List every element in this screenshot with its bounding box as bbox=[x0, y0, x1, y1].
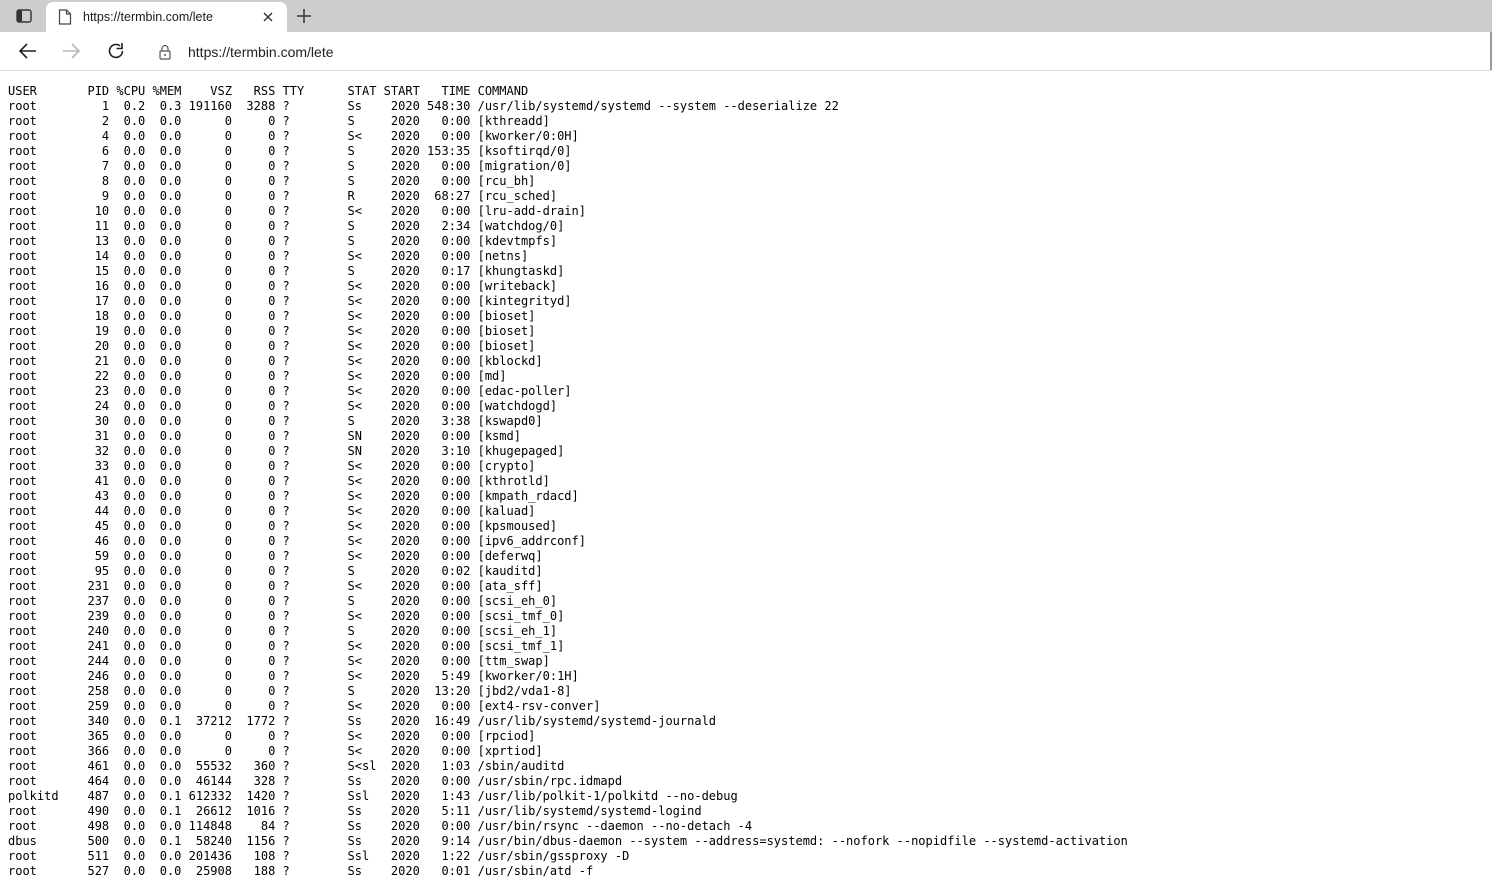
process-row: root 366 0.0 0.0 0 0 ? S< 2020 0:00 [xpr… bbox=[8, 744, 543, 758]
process-row: root 14 0.0 0.0 0 0 ? S< 2020 0:00 [netn… bbox=[8, 249, 529, 263]
process-row: root 46 0.0 0.0 0 0 ? S< 2020 0:00 [ipv6… bbox=[8, 534, 586, 548]
process-row: dbus 500 0.0 0.1 58240 1156 ? Ss 2020 9:… bbox=[8, 834, 1128, 848]
page-content: USER PID %CPU %MEM VSZ RSS TTY STAT STAR… bbox=[0, 71, 1492, 879]
page-icon bbox=[58, 9, 72, 25]
tab-title: https://termbin.com/lete bbox=[83, 10, 213, 24]
lock-icon[interactable] bbox=[158, 44, 172, 60]
process-row: root 30 0.0 0.0 0 0 ? S 2020 3:38 [kswap… bbox=[8, 414, 543, 428]
process-row: root 44 0.0 0.0 0 0 ? S< 2020 0:00 [kalu… bbox=[8, 504, 536, 518]
process-row: root 31 0.0 0.0 0 0 ? SN 2020 0:00 [ksmd… bbox=[8, 429, 521, 443]
process-row: root 237 0.0 0.0 0 0 ? S 2020 0:00 [scsi… bbox=[8, 594, 558, 608]
process-row: root 59 0.0 0.0 0 0 ? S< 2020 0:00 [defe… bbox=[8, 549, 543, 563]
url-text: https://termbin.com/lete bbox=[188, 44, 334, 60]
process-row: root 6 0.0 0.0 0 0 ? S 2020 153:35 [ksof… bbox=[8, 144, 572, 158]
back-arrow-icon[interactable] bbox=[17, 40, 39, 62]
process-row: root 1 0.2 0.3 191160 3288 ? Ss 2020 548… bbox=[8, 99, 839, 113]
process-row: root 10 0.0 0.0 0 0 ? S< 2020 0:00 [lru-… bbox=[8, 204, 586, 218]
process-row: root 33 0.0 0.0 0 0 ? S< 2020 0:00 [cryp… bbox=[8, 459, 536, 473]
process-row: root 259 0.0 0.0 0 0 ? S< 2020 0:00 [ext… bbox=[8, 699, 601, 713]
tab-active[interactable]: https://termbin.com/lete bbox=[46, 2, 287, 32]
process-row: root 241 0.0 0.0 0 0 ? S< 2020 0:00 [scs… bbox=[8, 639, 565, 653]
process-row: root 21 0.0 0.0 0 0 ? S< 2020 0:00 [kblo… bbox=[8, 354, 543, 368]
process-row: polkitd 487 0.0 0.1 612332 1420 ? Ssl 20… bbox=[8, 789, 738, 803]
process-row: root 23 0.0 0.0 0 0 ? S< 2020 0:00 [edac… bbox=[8, 384, 572, 398]
process-row: root 2 0.0 0.0 0 0 ? S 2020 0:00 [kthrea… bbox=[8, 114, 550, 128]
process-row: root 239 0.0 0.0 0 0 ? S< 2020 0:00 [scs… bbox=[8, 609, 565, 623]
close-icon[interactable] bbox=[260, 9, 276, 25]
plus-icon[interactable] bbox=[294, 6, 314, 26]
tab-strip: https://termbin.com/lete bbox=[0, 0, 1492, 32]
process-row: root 498 0.0 0.0 114848 84 ? Ss 2020 0:0… bbox=[8, 819, 753, 833]
process-row: root 17 0.0 0.0 0 0 ? S< 2020 0:00 [kint… bbox=[8, 294, 572, 308]
process-row: root 9 0.0 0.0 0 0 ? R 2020 68:27 [rcu_s… bbox=[8, 189, 558, 203]
process-row: root 244 0.0 0.0 0 0 ? S< 2020 0:00 [ttm… bbox=[8, 654, 550, 668]
ps-header: USER PID %CPU %MEM VSZ RSS TTY STAT STAR… bbox=[8, 84, 529, 98]
process-row: root 41 0.0 0.0 0 0 ? S< 2020 0:00 [kthr… bbox=[8, 474, 550, 488]
process-row: root 20 0.0 0.0 0 0 ? S< 2020 0:00 [bios… bbox=[8, 339, 536, 353]
process-row: root 231 0.0 0.0 0 0 ? S< 2020 0:00 [ata… bbox=[8, 579, 543, 593]
process-row: root 43 0.0 0.0 0 0 ? S< 2020 0:00 [kmpa… bbox=[8, 489, 579, 503]
process-row: root 464 0.0 0.0 46144 328 ? Ss 2020 0:0… bbox=[8, 774, 623, 788]
process-row: root 24 0.0 0.0 0 0 ? S< 2020 0:00 [watc… bbox=[8, 399, 558, 413]
process-row: root 95 0.0 0.0 0 0 ? S 2020 0:02 [kaudi… bbox=[8, 564, 543, 578]
process-row: root 13 0.0 0.0 0 0 ? S 2020 0:00 [kdevt… bbox=[8, 234, 558, 248]
address-bar[interactable]: https://termbin.com/lete bbox=[146, 35, 1492, 67]
process-row: root 511 0.0 0.0 201436 108 ? Ssl 2020 1… bbox=[8, 849, 630, 863]
process-row: root 4 0.0 0.0 0 0 ? S< 2020 0:00 [kwork… bbox=[8, 129, 579, 143]
forward-arrow-icon[interactable] bbox=[60, 40, 82, 62]
process-row: root 490 0.0 0.1 26612 1016 ? Ss 2020 5:… bbox=[8, 804, 702, 818]
ps-output: USER PID %CPU %MEM VSZ RSS TTY STAT STAR… bbox=[8, 84, 1128, 879]
process-row: root 461 0.0 0.0 55532 360 ? S<sl 2020 1… bbox=[8, 759, 565, 773]
reload-icon[interactable] bbox=[105, 40, 127, 62]
process-row: root 240 0.0 0.0 0 0 ? S 2020 0:00 [scsi… bbox=[8, 624, 558, 638]
process-row: root 22 0.0 0.0 0 0 ? S< 2020 0:00 [md] bbox=[8, 369, 507, 383]
sidebar-toggle-icon[interactable] bbox=[11, 4, 37, 28]
process-row: root 32 0.0 0.0 0 0 ? SN 2020 3:10 [khug… bbox=[8, 444, 565, 458]
process-row: root 45 0.0 0.0 0 0 ? S< 2020 0:00 [kpsm… bbox=[8, 519, 558, 533]
process-row: root 7 0.0 0.0 0 0 ? S 2020 0:00 [migrat… bbox=[8, 159, 572, 173]
process-row: root 527 0.0 0.0 25908 188 ? Ss 2020 0:0… bbox=[8, 864, 594, 878]
process-row: root 340 0.0 0.1 37212 1772 ? Ss 2020 16… bbox=[8, 714, 717, 728]
process-row: root 15 0.0 0.0 0 0 ? S 2020 0:17 [khung… bbox=[8, 264, 565, 278]
process-row: root 246 0.0 0.0 0 0 ? S< 2020 5:49 [kwo… bbox=[8, 669, 579, 683]
process-row: root 16 0.0 0.0 0 0 ? S< 2020 0:00 [writ… bbox=[8, 279, 558, 293]
browser-toolbar: https://termbin.com/lete bbox=[0, 32, 1492, 71]
process-row: root 365 0.0 0.0 0 0 ? S< 2020 0:00 [rpc… bbox=[8, 729, 536, 743]
process-row: root 258 0.0 0.0 0 0 ? S 2020 13:20 [jbd… bbox=[8, 684, 572, 698]
process-row: root 8 0.0 0.0 0 0 ? S 2020 0:00 [rcu_bh… bbox=[8, 174, 536, 188]
process-row: root 11 0.0 0.0 0 0 ? S 2020 2:34 [watch… bbox=[8, 219, 565, 233]
process-row: root 19 0.0 0.0 0 0 ? S< 2020 0:00 [bios… bbox=[8, 324, 536, 338]
process-row: root 18 0.0 0.0 0 0 ? S< 2020 0:00 [bios… bbox=[8, 309, 536, 323]
